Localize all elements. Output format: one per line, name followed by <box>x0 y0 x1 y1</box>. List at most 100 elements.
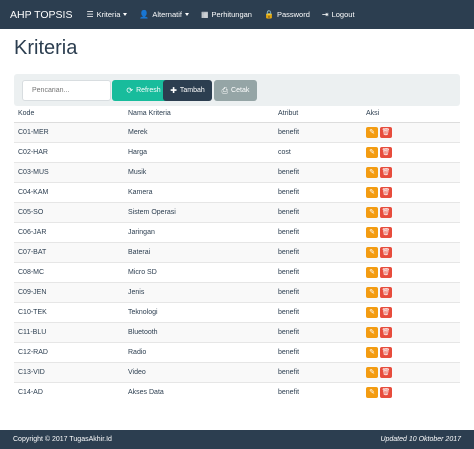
cell-nama: Micro SD <box>124 261 274 282</box>
delete-button[interactable]: 🗑 <box>380 286 392 298</box>
table-row: C01-MER Merek benefit ✎ 🗑 <box>14 121 460 142</box>
nav-perhitungan-label: Perhitungan <box>211 10 252 19</box>
table-row: C04-KAM Kamera benefit ✎ 🗑 <box>14 181 460 202</box>
search-input[interactable] <box>22 80 111 101</box>
list-icon: ☰ <box>86 9 94 19</box>
cell-kode: C13-VID <box>14 361 124 382</box>
cell-kode: C10-TEK <box>14 301 124 322</box>
delete-button[interactable]: 🗑 <box>380 206 392 218</box>
delete-button[interactable]: 🗑 <box>380 266 392 278</box>
edit-button[interactable]: ✎ <box>366 346 378 358</box>
delete-button[interactable]: 🗑 <box>380 146 392 158</box>
delete-button[interactable]: 🗑 <box>380 186 392 198</box>
table-row: C10-TEK Teknologi benefit ✎ 🗑 <box>14 301 460 322</box>
cell-kode: C07-BAT <box>14 241 124 262</box>
footer-copyright: Copyright © 2017 TugasAkhir.Id <box>13 436 112 443</box>
cell-atribut: benefit <box>274 241 362 262</box>
table-row: C11-BLU Bluetooth benefit ✎ 🗑 <box>14 321 460 342</box>
delete-button[interactable]: 🗑 <box>380 226 392 238</box>
cell-nama: Harga <box>124 141 274 162</box>
cell-nama: Teknologi <box>124 301 274 322</box>
cell-nama: Video <box>124 361 274 382</box>
cell-atribut: benefit <box>274 341 362 362</box>
kriteria-table: Kode Nama Kriteria Atribut Aksi C01-MER M… <box>14 106 460 402</box>
cell-aksi: ✎ 🗑 <box>362 321 460 342</box>
cell-atribut: benefit <box>274 221 362 242</box>
table-row: C08-MC Micro SD benefit ✎ 🗑 <box>14 261 460 282</box>
delete-button[interactable]: 🗑 <box>380 246 392 258</box>
print-label: Cetak <box>231 87 250 94</box>
edit-button[interactable]: ✎ <box>366 186 378 198</box>
table-body: C01-MER Merek benefit ✎ 🗑 C02-HAR Harga cost ✎ 🗑 C… <box>14 121 460 402</box>
print-icon: ⎙ <box>221 85 229 95</box>
cell-atribut: benefit <box>274 261 362 282</box>
delete-button[interactable]: 🗑 <box>380 126 392 138</box>
cell-aksi: ✎ 🗑 <box>362 341 460 362</box>
cell-aksi: ✎ 🗑 <box>362 181 460 202</box>
header-atribut: Atribut <box>274 106 362 123</box>
nav-kriteria[interactable]: ☰ Kriteria <box>86 9 128 19</box>
footer-updated: Updated 10 Oktober 2017 <box>380 436 461 443</box>
cell-nama: Jenis <box>124 281 274 302</box>
table-row: C14-AD Akses Data benefit ✎ 🗑 <box>14 381 460 402</box>
edit-button[interactable]: ✎ <box>366 126 378 138</box>
cell-nama: Akses Data <box>124 381 274 402</box>
delete-button[interactable]: 🗑 <box>380 166 392 178</box>
delete-button[interactable]: 🗑 <box>380 326 392 338</box>
cell-aksi: ✎ 🗑 <box>362 381 460 402</box>
delete-button[interactable]: 🗑 <box>380 366 392 378</box>
cell-nama: Radio <box>124 341 274 362</box>
cell-nama: Musik <box>124 161 274 182</box>
cell-kode: C09-JEN <box>14 281 124 302</box>
cell-kode: C12-RAD <box>14 341 124 362</box>
nav-logout[interactable]: ⇥ Logout <box>322 10 355 19</box>
page-title: Kriteria <box>14 37 78 59</box>
toolbar-panel: ⟳ Refresh ✚ Tambah ⎙ Cetak <box>14 74 460 106</box>
cell-atribut: benefit <box>274 161 362 182</box>
cell-atribut: cost <box>274 141 362 162</box>
brand-title[interactable]: AHP TOPSIS <box>10 9 72 21</box>
cell-kode: C03-MUS <box>14 161 124 182</box>
table-row: C05-SO Sistem Operasi benefit ✎ 🗑 <box>14 201 460 222</box>
cell-kode: C14-AD <box>14 381 124 402</box>
cell-nama: Merek <box>124 121 274 142</box>
cell-aksi: ✎ 🗑 <box>362 261 460 282</box>
edit-button[interactable]: ✎ <box>366 286 378 298</box>
user-icon: 👤 <box>139 9 150 19</box>
header-nama: Nama Kriteria <box>124 106 274 123</box>
top-navbar: AHP TOPSIS ☰ Kriteria 👤 Alternatif ▦ Per… <box>0 0 474 29</box>
edit-button[interactable]: ✎ <box>366 386 378 398</box>
add-button[interactable]: ✚ Tambah <box>163 80 212 101</box>
table-row: C03-MUS Musik benefit ✎ 🗑 <box>14 161 460 182</box>
nav-password[interactable]: 🔒 Password <box>264 10 310 19</box>
nav-perhitungan[interactable]: ▦ Perhitungan <box>201 10 252 19</box>
table-header-row: Kode Nama Kriteria Atribut Aksi <box>14 106 460 123</box>
cell-atribut: benefit <box>274 281 362 302</box>
caret-down-icon <box>123 13 128 16</box>
cell-aksi: ✎ 🗑 <box>362 361 460 382</box>
cell-nama: Sistem Operasi <box>124 201 274 222</box>
edit-button[interactable]: ✎ <box>366 206 378 218</box>
edit-button[interactable]: ✎ <box>366 226 378 238</box>
print-button[interactable]: ⎙ Cetak <box>214 80 257 101</box>
cell-kode: C11-BLU <box>14 321 124 342</box>
cell-kode: C04-KAM <box>14 181 124 202</box>
edit-button[interactable]: ✎ <box>366 146 378 158</box>
delete-button[interactable]: 🗑 <box>380 346 392 358</box>
cell-aksi: ✎ 🗑 <box>362 141 460 162</box>
table-row: C13-VID Video benefit ✎ 🗑 <box>14 361 460 382</box>
table-row: C12-RAD Radio benefit ✎ 🗑 <box>14 341 460 362</box>
cell-nama: Baterai <box>124 241 274 262</box>
table-row: C06-JAR Jaringan benefit ✎ 🗑 <box>14 221 460 242</box>
edit-button[interactable]: ✎ <box>366 306 378 318</box>
edit-button[interactable]: ✎ <box>366 326 378 338</box>
lock-icon: 🔒 <box>263 9 274 19</box>
nav-alternatif[interactable]: 👤 Alternatif <box>139 10 189 19</box>
delete-button[interactable]: 🗑 <box>380 386 392 398</box>
cell-aksi: ✎ 🗑 <box>362 221 460 242</box>
edit-button[interactable]: ✎ <box>366 166 378 178</box>
edit-button[interactable]: ✎ <box>366 366 378 378</box>
edit-button[interactable]: ✎ <box>366 266 378 278</box>
edit-button[interactable]: ✎ <box>366 246 378 258</box>
delete-button[interactable]: 🗑 <box>380 306 392 318</box>
